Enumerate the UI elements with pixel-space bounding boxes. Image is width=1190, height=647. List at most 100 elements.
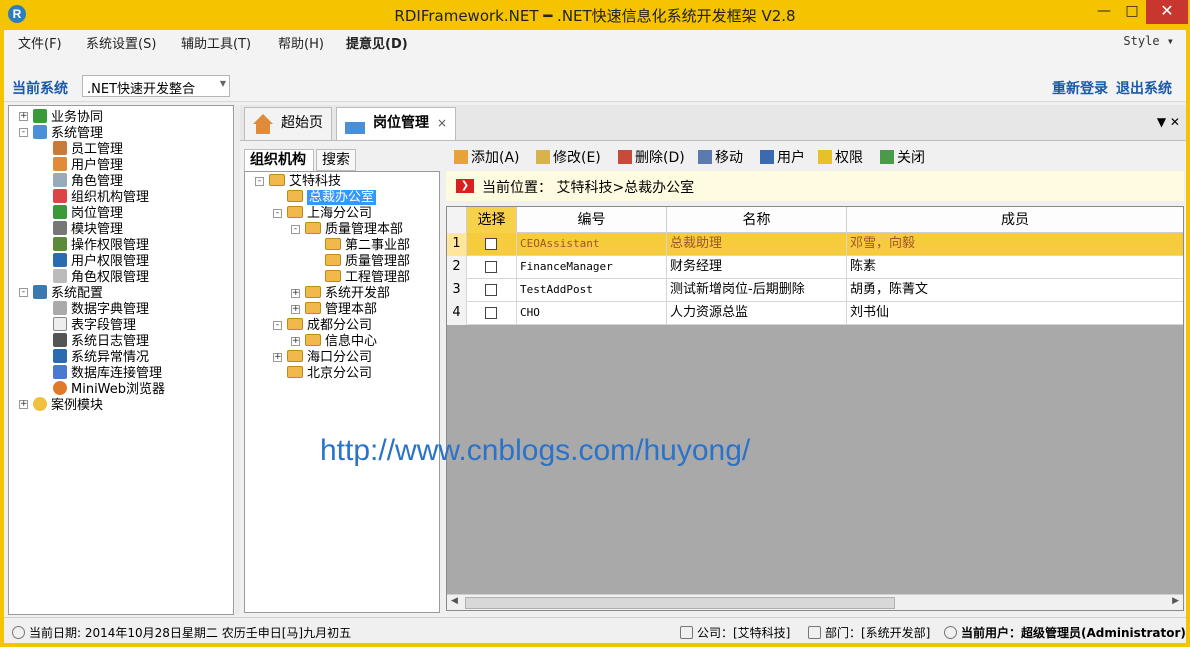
tree-node[interactable]: 模块管理 [53, 221, 123, 237]
location-bar: ❯ 当前位置： 艾特科技>总裁办公室 [446, 171, 1184, 201]
row-checkbox[interactable] [485, 238, 497, 250]
folder-icon [287, 206, 303, 218]
tree-label: 系统管理 [51, 126, 104, 141]
tree-node[interactable]: 操作权限管理 [53, 237, 149, 253]
scroll-right-icon[interactable]: ▶ [1172, 596, 1179, 606]
col-code[interactable]: 编号 [517, 207, 667, 233]
org-node[interactable]: + 系统开发部 [291, 286, 390, 302]
menu-file[interactable]: 文件(F) [18, 33, 62, 52]
expander-icon[interactable]: - [291, 225, 300, 234]
org-node[interactable]: 质量管理部 [325, 254, 410, 270]
org-node[interactable]: 总裁办公室 [287, 190, 377, 206]
org-node[interactable]: + 海口分公司 [273, 350, 372, 366]
tree-node[interactable]: 岗位管理 [53, 205, 123, 221]
row-number: 3 [447, 279, 467, 302]
tree-node[interactable]: + 业务协同 [19, 109, 104, 125]
exit-system-button[interactable]: 退出系统 [1116, 78, 1172, 98]
scroll-thumb[interactable] [465, 597, 895, 609]
expander-icon[interactable]: + [291, 305, 300, 314]
move-button[interactable]: 移动 [698, 147, 743, 167]
table-row[interactable]: 3 TestAddPost 测试新增岗位-后期删除 胡勇，陈菁文 [447, 279, 1183, 302]
org-node[interactable]: 工程管理部 [325, 270, 410, 286]
add-button[interactable]: 添加(A) [454, 147, 520, 167]
tree-node[interactable]: 角色权限管理 [53, 269, 149, 285]
table-row[interactable]: 4 CHO 人力资源总监 刘书仙 [447, 302, 1183, 325]
org-node[interactable]: + 信息中心 [291, 334, 377, 350]
table-row[interactable]: 2 FinanceManager 财务经理 陈素 [447, 256, 1183, 279]
tab-bar: 超始页 岗位管理 × ▼ ✕ [240, 105, 1186, 141]
close-window-button[interactable]: ✕ [1146, 0, 1188, 24]
users-button[interactable]: 用户 [760, 147, 805, 167]
expander-icon[interactable]: + [19, 112, 28, 121]
tree-node[interactable]: 用户管理 [53, 157, 123, 173]
org-node[interactable]: - 成都分公司 [273, 318, 372, 334]
expander-icon[interactable]: - [273, 321, 282, 330]
row-checkbox[interactable] [485, 307, 497, 319]
expander-icon[interactable]: - [19, 128, 28, 137]
relogin-button[interactable]: 重新登录 [1052, 78, 1108, 98]
tree-node[interactable]: - 系统管理 [19, 125, 104, 141]
expander-icon[interactable]: + [273, 353, 282, 362]
row-checkbox[interactable] [485, 284, 497, 296]
table-row[interactable]: 1 CEOAssistant 总裁助理 邓雪，向毅 [447, 233, 1183, 256]
org-node[interactable]: + 管理本部 [291, 302, 377, 318]
tab-search[interactable]: 搜索 [316, 149, 356, 171]
horizontal-scrollbar[interactable]: ◀ ▶ [447, 594, 1183, 610]
org-node[interactable]: 第二事业部 [325, 238, 410, 254]
edit-button[interactable]: 修改(E) [536, 147, 601, 167]
menu-tools[interactable]: 辅助工具(T) [181, 33, 251, 52]
menu-system-settings[interactable]: 系统设置(S) [86, 33, 156, 52]
tree-node[interactable]: 系统异常情况 [53, 349, 149, 365]
tree-label: 业务协同 [51, 110, 104, 125]
org-label: 艾特科技 [289, 174, 342, 189]
org-node[interactable]: - 上海分公司 [273, 206, 372, 222]
tree-node[interactable]: 表字段管理 [53, 317, 136, 333]
row-checkbox[interactable] [485, 261, 497, 273]
tab-list-menu[interactable]: ▼ ✕ [1157, 115, 1180, 129]
tree-node[interactable]: 数据字典管理 [53, 301, 149, 317]
tab-org-structure[interactable]: 组织机构 [244, 149, 314, 171]
close-icon[interactable]: × [437, 108, 447, 138]
tree-node[interactable]: 员工管理 [53, 141, 123, 157]
config-icon [33, 285, 47, 299]
tree-node[interactable]: 组织机构管理 [53, 189, 149, 205]
tree-node[interactable]: 数据库连接管理 [53, 365, 162, 381]
org-node[interactable]: - 质量管理本部 [291, 222, 403, 238]
expander-icon[interactable]: - [273, 209, 282, 218]
col-name[interactable]: 名称 [667, 207, 847, 233]
tree-label: MiniWeb浏览器 [71, 382, 166, 397]
cell-code: CHO [517, 302, 667, 325]
menu-feedback[interactable]: 提意见(D) [346, 33, 408, 52]
tree-node[interactable]: - 系统配置 [19, 285, 103, 301]
folder-icon [269, 174, 285, 186]
col-members[interactable]: 成员 [847, 207, 1183, 233]
expander-icon[interactable]: + [291, 337, 300, 346]
folder-icon [287, 318, 303, 330]
expander-icon[interactable]: + [291, 289, 300, 298]
delete-button[interactable]: 删除(D) [618, 147, 685, 167]
expander-icon[interactable]: - [19, 288, 28, 297]
tab-post-management[interactable]: 岗位管理 × [336, 107, 456, 140]
system-select[interactable]: .NET快速开发整合 ▼ [82, 75, 230, 97]
maximize-button[interactable]: □ [1118, 0, 1146, 24]
status-company: 公司：[艾特科技] [680, 624, 790, 641]
tree-node[interactable]: 系统日志管理 [53, 333, 149, 349]
org-node[interactable]: - 艾特科技 [255, 174, 342, 190]
select-all-corner[interactable] [447, 207, 467, 233]
tree-node[interactable]: 用户权限管理 [53, 253, 149, 269]
folder-icon [305, 302, 321, 314]
col-select[interactable]: 选择 [467, 207, 517, 233]
tree-node[interactable]: 角色管理 [53, 173, 123, 189]
expander-icon[interactable]: - [255, 177, 264, 186]
tree-node[interactable]: + 案例模块 [19, 397, 103, 413]
org-node[interactable]: 北京分公司 [287, 366, 372, 382]
tree-node[interactable]: MiniWeb浏览器 [53, 381, 165, 397]
close-button[interactable]: 关闭 [880, 147, 925, 167]
style-dropdown[interactable]: Style ▾ [1123, 34, 1174, 48]
menu-help[interactable]: 帮助(H) [278, 33, 324, 52]
permission-button[interactable]: 权限 [818, 147, 863, 167]
scroll-left-icon[interactable]: ◀ [451, 596, 458, 606]
minimize-button[interactable]: — [1090, 0, 1118, 24]
tab-home[interactable]: 超始页 [244, 107, 332, 140]
expander-icon[interactable]: + [19, 400, 28, 409]
